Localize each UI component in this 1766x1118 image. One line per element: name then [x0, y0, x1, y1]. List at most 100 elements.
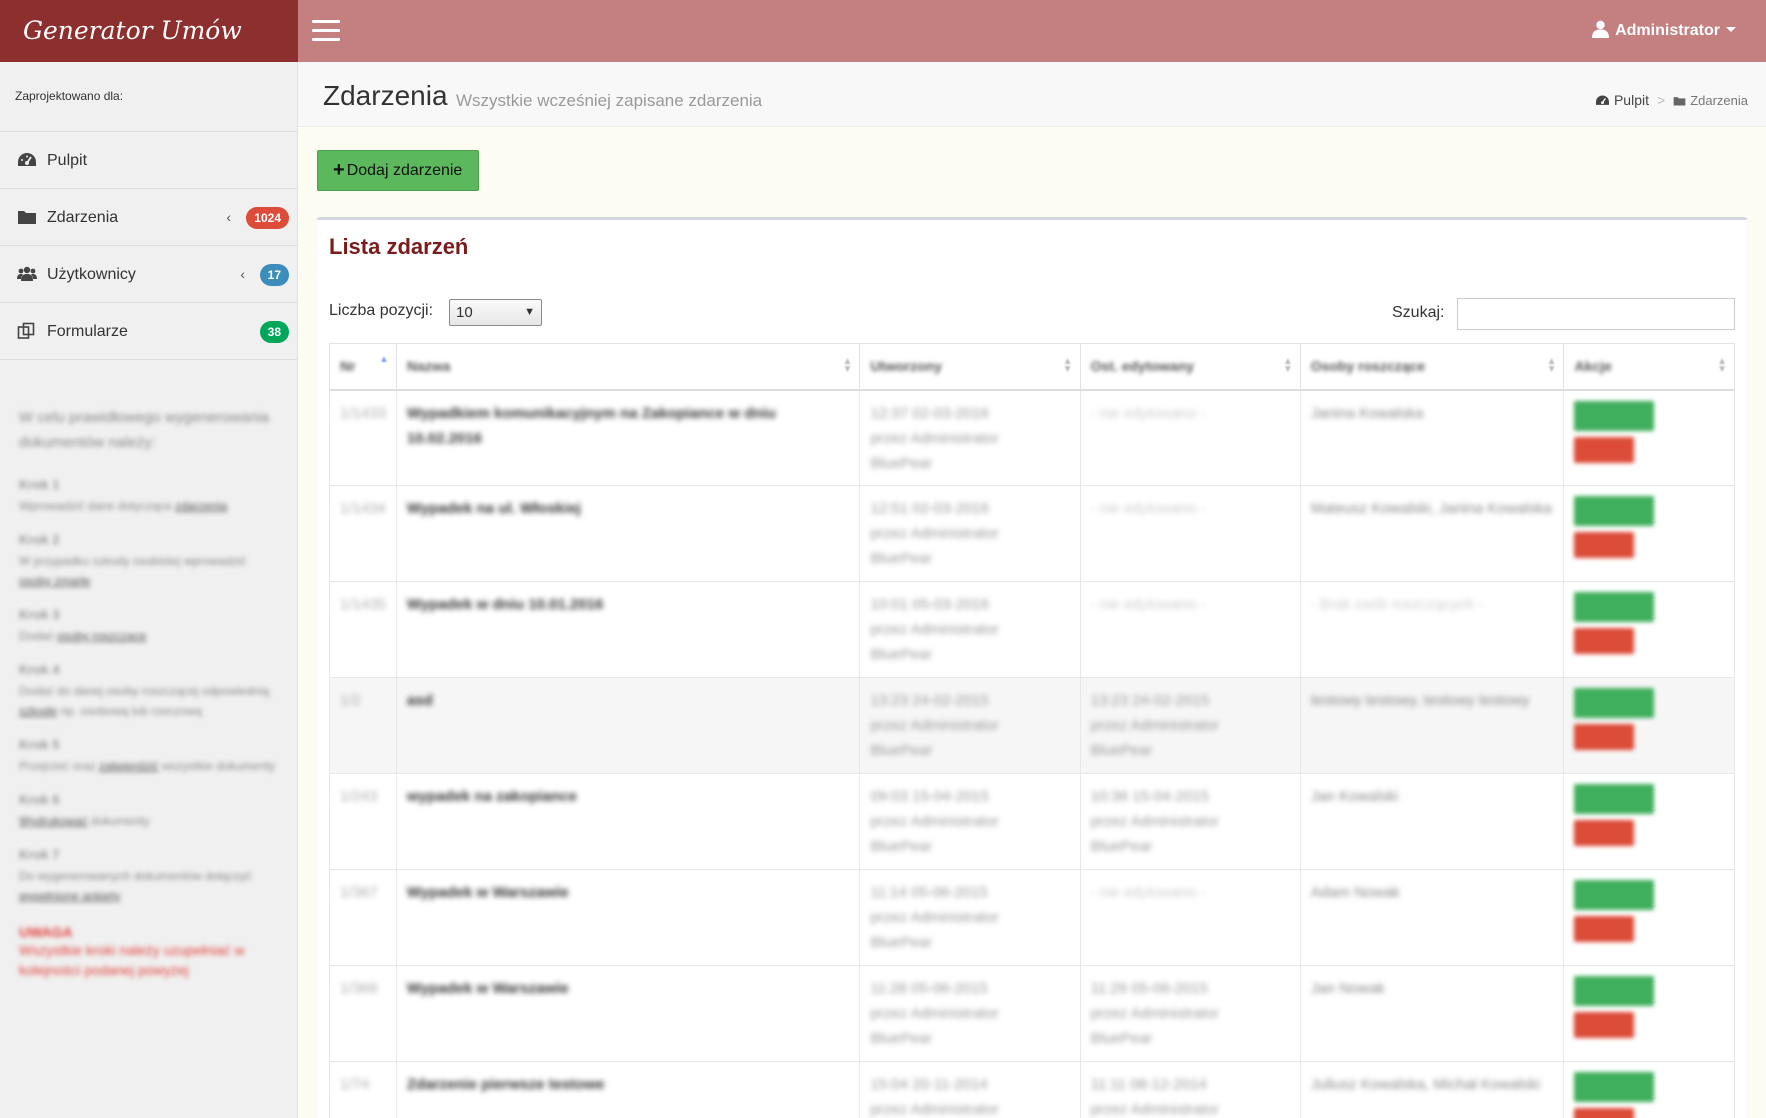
- cell-name: Wypadek w dniu 10.01.2016: [395, 581, 861, 678]
- cell-nr: 1/1435: [329, 581, 397, 678]
- step-link[interactable]: szkodę: [19, 704, 57, 718]
- cell-created: 11:14 05-06-2015 przez Administrator BlueP…: [859, 869, 1081, 966]
- cell-people: testowy testowy, testowy testowy: [1299, 677, 1565, 774]
- step-link[interactable]: Wydrukować: [19, 814, 88, 828]
- chevron-left-icon: ‹: [226, 209, 231, 225]
- delete-button[interactable]: [1574, 532, 1635, 558]
- column-header-utworzony[interactable]: Utworzony ▲ ▼: [859, 343, 1081, 391]
- edit-button[interactable]: [1574, 976, 1655, 1006]
- column-header-akcje[interactable]: Akcje ▲ ▼: [1563, 343, 1735, 391]
- step-title: Krok 1: [19, 477, 60, 492]
- step-link[interactable]: osoby zmarłe: [19, 574, 90, 588]
- cell-actions: [1563, 677, 1735, 774]
- warning-text: Wszystkie kroki należy uzupełniać w kole…: [19, 942, 245, 978]
- top-navbar: Administrator: [298, 0, 1766, 62]
- cell-created: 15:04 20-11-2014przez AdministratorBlueP…: [859, 1061, 1081, 1118]
- help-step: Krok 3 Dodać osoby roszczące: [19, 607, 279, 646]
- cell-edited: 11:11 08-12-2014przez AdministratorBlueP…: [1079, 1061, 1301, 1118]
- cell-people: Janina Kowalska: [1299, 389, 1565, 486]
- caret-down-icon: [1726, 27, 1736, 32]
- edit-button[interactable]: [1574, 784, 1655, 814]
- delete-button[interactable]: [1574, 724, 1635, 750]
- events-list-box: Lista zdarzeń Liczba pozycji: 10 ▼ Szukaj…: [317, 217, 1747, 1118]
- table-row: 1/2 asd 13:23 24-02-2015 przez Administrato…: [329, 677, 1735, 774]
- delete-button[interactable]: [1574, 1108, 1635, 1118]
- step-link[interactable]: zatwierdzić: [99, 759, 158, 773]
- users-icon: [17, 266, 37, 281]
- events-table: Nr ▲ Nazwa ▲ ▼ Utworzony ▲ ▼ Ost. edytowany ▲ ▼…: [329, 343, 1735, 1118]
- sidebar-item-zdarzenia[interactable]: Zdarzenia ‹ 1024: [0, 189, 297, 246]
- sidebar-item-label: Formularze: [47, 323, 128, 340]
- add-event-label: Dodaj zdarzenie: [346, 162, 463, 179]
- sort-icon: ▲ ▼: [1062, 356, 1073, 375]
- edit-button[interactable]: [1574, 400, 1655, 431]
- cell-nr: 1/368: [329, 965, 397, 1062]
- delete-button[interactable]: [1574, 1012, 1635, 1038]
- edit-button[interactable]: [1574, 1072, 1655, 1102]
- cell-edited: 13:23 24-02-2015 przez Administrator BlueP…: [1079, 677, 1301, 774]
- step-text: Dodać do danej osoby roszczącej odpowied…: [19, 684, 270, 718]
- step-link[interactable]: wypełnione ankiety: [19, 889, 120, 903]
- cell-created: 09:03 15-04-2015 przez Administrator BlueP…: [859, 773, 1081, 870]
- table-row: 1/1433 Wypadkiem komunikacyjnym na Zakopi…: [329, 389, 1735, 486]
- add-event-button[interactable]: + Dodaj zdarzenie: [317, 150, 480, 191]
- step-title: Krok 6: [19, 792, 60, 807]
- edit-button[interactable]: [1574, 880, 1655, 910]
- search-input[interactable]: [1457, 298, 1735, 330]
- edit-button[interactable]: [1574, 496, 1655, 526]
- plus-icon: +: [333, 159, 345, 181]
- cell-actions: [1563, 869, 1735, 966]
- step-text: W przypadku szkody osobistej wprowadzić …: [19, 554, 247, 588]
- breadcrumb-zdarzenia: Zdarzenia: [1690, 93, 1748, 108]
- cell-actions: [1563, 965, 1735, 1062]
- cell-created: 12:51 02-03-2016 przez Administrator BlueP…: [859, 485, 1081, 582]
- step-link[interactable]: zdarzenia: [175, 499, 227, 513]
- column-header-nr[interactable]: Nr ▲: [329, 343, 397, 391]
- delete-button[interactable]: [1574, 436, 1635, 463]
- cell-name: wypadek na zakopiance: [395, 773, 861, 870]
- cell-created: 13:23 24-02-2015 przez Administrator BlueP…: [859, 677, 1081, 774]
- step-text: Wydrukować dokumenty: [19, 814, 150, 828]
- table-header-row: Nr ▲ Nazwa ▲ ▼ Utworzony ▲ ▼ Ost. edytowany ▲ ▼…: [329, 343, 1735, 391]
- user-name: Administrator: [1615, 22, 1720, 39]
- page-header: Zdarzenia Wszystkie wcześniej zapisane z…: [298, 62, 1766, 127]
- step-title: Krok 5: [19, 737, 60, 752]
- cell-name: Wypadek w Warszawie: [395, 869, 861, 966]
- step-text: Dodać osoby roszczące: [19, 629, 147, 643]
- table-row: 1/1435 Wypadek w dniu 10.01.2016 10:01 05-…: [329, 581, 1735, 678]
- column-header-nazwa[interactable]: Nazwa ▲ ▼: [395, 343, 861, 391]
- table-row: 1/368 Wypadek w Warszawie 11:28 05-06-2015…: [329, 965, 1735, 1062]
- sidebar-item-formularze[interactable]: Formularze 38: [0, 303, 297, 360]
- edit-button[interactable]: [1574, 688, 1655, 718]
- app-logo[interactable]: Generator Umów: [0, 0, 298, 62]
- breadcrumb-separator: >: [1657, 92, 1666, 108]
- sidebar-item-pulpit[interactable]: Pulpit: [0, 132, 297, 189]
- sidebar-item-label: Użytkownicy: [47, 266, 136, 283]
- sidebar-item-uzytkownicy[interactable]: Użytkownicy ‹ 17: [0, 246, 297, 303]
- page-length-select[interactable]: 10 ▼: [449, 299, 542, 326]
- cell-edited: - nie edytowano -: [1079, 485, 1301, 582]
- edit-button[interactable]: [1574, 592, 1655, 622]
- user-menu[interactable]: Administrator: [1592, 0, 1736, 62]
- cell-people: Mateusz Kowalski, Janina Kowalska: [1299, 485, 1565, 582]
- cell-nr: 1/2: [329, 677, 397, 774]
- delete-button[interactable]: [1574, 820, 1635, 846]
- table-row: 1/367 Wypadek w Warszawie 11:14 05-06-2015…: [329, 869, 1735, 966]
- step-link[interactable]: osoby roszczące: [57, 629, 146, 643]
- dropdown-arrow-icon: ▼: [524, 306, 535, 318]
- folder-icon: [1673, 97, 1686, 106]
- search-label: Szukaj:: [1392, 304, 1445, 321]
- chevron-left-icon: ‹: [240, 266, 245, 282]
- column-header-osoby[interactable]: Osoby roszczące ▲ ▼: [1299, 343, 1565, 391]
- delete-button[interactable]: [1574, 916, 1635, 942]
- sort-icon: ▲ ▼: [1282, 356, 1293, 375]
- cell-created: 12:37 02-03-2016 przez Administrator BlueP…: [859, 389, 1081, 486]
- cell-actions: [1563, 773, 1735, 870]
- breadcrumb-pulpit[interactable]: Pulpit: [1614, 92, 1649, 108]
- delete-button[interactable]: [1574, 628, 1635, 654]
- step-title: Krok 3: [19, 607, 60, 622]
- sidebar-toggle-icon[interactable]: [312, 20, 340, 42]
- step-title: Krok 7: [19, 847, 60, 862]
- column-header-edytowany[interactable]: Ost. edytowany ▲ ▼: [1079, 343, 1301, 391]
- step-text: Przejrzeć oraz zatwierdzić wszystkie dok…: [19, 759, 276, 773]
